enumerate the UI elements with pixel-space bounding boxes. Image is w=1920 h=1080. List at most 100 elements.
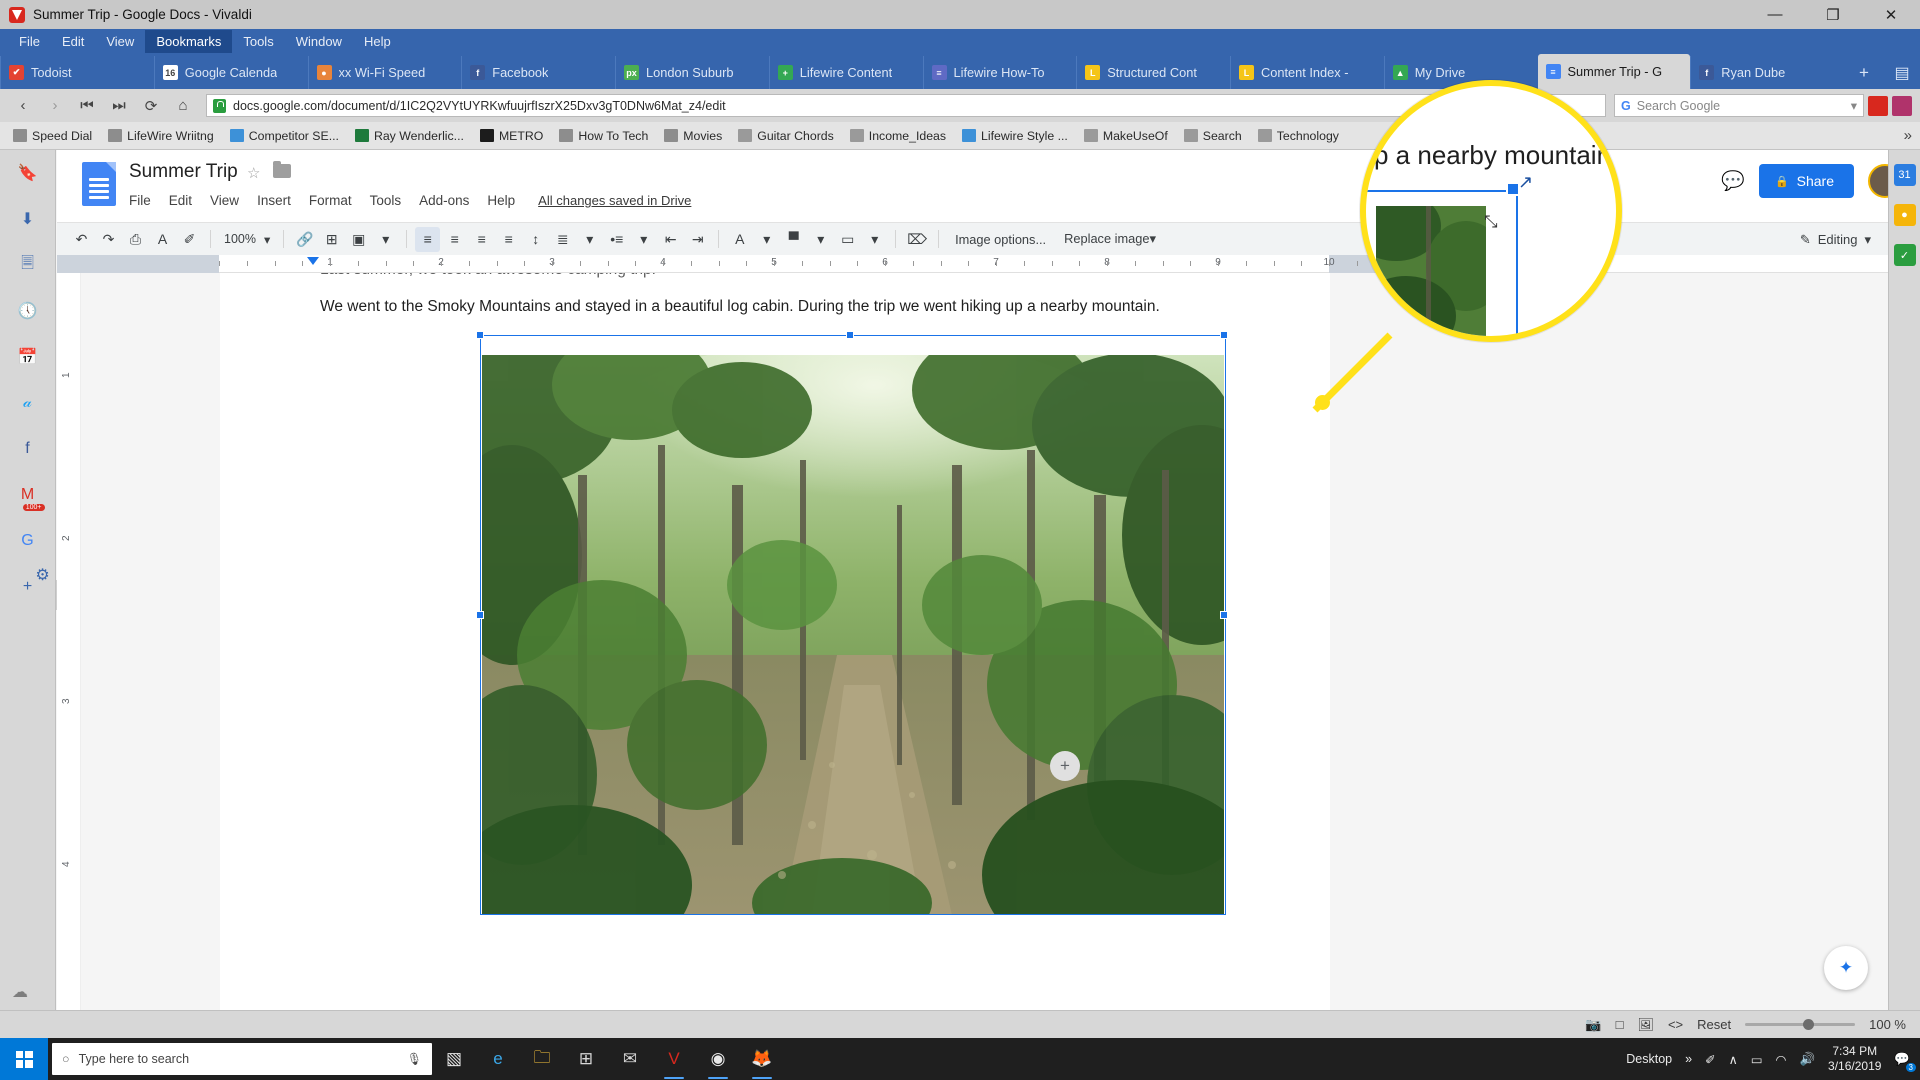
- chevron-down-icon[interactable]: ▾: [862, 227, 887, 252]
- browser-tab-2[interactable]: ● xx Wi-Fi Speed: [307, 56, 462, 89]
- bookmark-12[interactable]: Technology: [1251, 127, 1346, 145]
- resize-handle-mr[interactable]: [1220, 611, 1228, 619]
- rewind-icon[interactable]: ⏮: [72, 93, 102, 119]
- add-comment-fab[interactable]: +: [1050, 751, 1080, 781]
- print-button[interactable]: ⎙: [123, 227, 148, 252]
- horizontal-ruler[interactable]: 12345678910: [57, 255, 1904, 273]
- vivaldi-icon[interactable]: V: [652, 1038, 696, 1080]
- browser-tab-10[interactable]: ≡ Summer Trip - G: [1537, 54, 1691, 89]
- history-panel-icon[interactable]: 🕔: [15, 298, 41, 324]
- zoom-slider[interactable]: [1745, 1019, 1856, 1030]
- pen-icon[interactable]: ✐: [1705, 1052, 1715, 1067]
- twitter-panel-icon[interactable]: 𝒶: [15, 390, 41, 416]
- firefox-icon[interactable]: 🦊: [740, 1038, 784, 1080]
- calendar-panel-icon[interactable]: 📅: [15, 344, 41, 370]
- zoom-reset-button[interactable]: Reset: [1697, 1017, 1731, 1032]
- images-icon[interactable]: 🖼: [1637, 1017, 1654, 1033]
- chevron-down-icon[interactable]: ▾: [808, 227, 833, 252]
- editing-mode-button[interactable]: ✎ Editing ▾: [1800, 232, 1871, 248]
- bookmark-11[interactable]: Search: [1177, 127, 1249, 145]
- document-page[interactable]: Last summer, we took an awesome camping …: [220, 273, 1330, 1022]
- microphone-icon[interactable]: 🎙: [407, 1052, 422, 1066]
- spelling-button[interactable]: A: [150, 227, 175, 252]
- edge-icon[interactable]: e: [476, 1038, 520, 1080]
- wifi-icon[interactable]: ◠: [1776, 1052, 1787, 1067]
- mail-icon[interactable]: ✉: [608, 1038, 652, 1080]
- bookmark-10[interactable]: MakeUseOf: [1077, 127, 1175, 145]
- line-spacing-button[interactable]: ↕: [523, 227, 548, 252]
- align-justify-button[interactable]: ≡: [496, 227, 521, 252]
- reload-icon[interactable]: ⟳: [136, 93, 166, 119]
- indent-less-button[interactable]: ⇤: [658, 227, 683, 252]
- docs-menu-view[interactable]: View: [201, 190, 248, 211]
- text-color-button[interactable]: A: [727, 227, 752, 252]
- bookmarks-panel-icon[interactable]: 🔖: [15, 160, 41, 186]
- insert-image-button[interactable]: ▣: [346, 227, 371, 252]
- browser-tab-7[interactable]: L Structured Cont: [1076, 56, 1230, 89]
- move-folder-icon[interactable]: [273, 161, 291, 178]
- bookmark-7[interactable]: Guitar Chords: [731, 127, 841, 145]
- gmail-panel-icon[interactable]: M 100+: [15, 482, 45, 511]
- capture-icon[interactable]: 📷: [1585, 1017, 1601, 1033]
- bullet-list-button[interactable]: •≡: [604, 227, 629, 252]
- task-view-icon[interactable]: ▧: [432, 1038, 476, 1080]
- browser-tab-3[interactable]: f Facebook: [461, 56, 615, 89]
- paint-format-button[interactable]: ✐: [177, 227, 202, 252]
- bookmark-0[interactable]: Speed Dial: [6, 127, 99, 145]
- bookmark-5[interactable]: How To Tech: [552, 127, 655, 145]
- browser-tab-6[interactable]: ≡ Lifewire How-To: [922, 56, 1077, 89]
- menu-tools[interactable]: Tools: [232, 30, 284, 53]
- menu-file[interactable]: File: [8, 30, 51, 53]
- facebook-panel-icon[interactable]: f: [15, 436, 41, 462]
- url-input[interactable]: docs.google.com/document/d/1IC2Q2VYtUYRK…: [206, 94, 1606, 117]
- menu-edit[interactable]: Edit: [51, 30, 95, 53]
- border-dash-button[interactable]: ▭: [835, 227, 860, 252]
- browser-tab-0[interactable]: ✔ Todoist: [0, 56, 154, 89]
- store-icon[interactable]: ⊞: [564, 1038, 608, 1080]
- bookmark-2[interactable]: Competitor SE...: [223, 127, 346, 145]
- resize-handle-tc[interactable]: [846, 331, 854, 339]
- bookmark-9[interactable]: Lifewire Style ...: [955, 127, 1075, 145]
- zoom-select[interactable]: 100% ▾: [219, 232, 275, 247]
- document-title[interactable]: Summer Trip: [129, 161, 238, 183]
- menu-window[interactable]: Window: [285, 30, 353, 53]
- taskbar-search-input[interactable]: ○ Type here to search 🎙: [52, 1043, 432, 1075]
- browser-tab-11[interactable]: f Ryan Dube: [1690, 56, 1844, 89]
- chevron-down-icon[interactable]: ▾: [1851, 98, 1857, 113]
- browser-tab-4[interactable]: px London Suburb: [615, 56, 769, 89]
- replace-image-button[interactable]: Replace image▾: [1056, 231, 1164, 247]
- search-input[interactable]: G Search Google ▾: [1614, 94, 1864, 117]
- resize-handle-tr[interactable]: [1220, 331, 1228, 339]
- first-line-indent-marker[interactable]: [307, 257, 319, 265]
- chevron-down-icon[interactable]: ▾: [754, 227, 779, 252]
- google-panel-icon[interactable]: G: [15, 528, 41, 554]
- share-button[interactable]: 🔒 Share: [1758, 164, 1854, 198]
- desktop-chevron-icon[interactable]: »: [1685, 1052, 1692, 1066]
- chevron-down-icon[interactable]: ▾: [631, 227, 656, 252]
- docs-menu-insert[interactable]: Insert: [248, 190, 300, 211]
- crop-image-button[interactable]: ⌦: [904, 227, 930, 252]
- tray-expand-chevron-icon[interactable]: ∧: [1729, 1052, 1738, 1067]
- home-icon[interactable]: ⌂: [168, 93, 198, 119]
- gear-icon[interactable]: ⚙: [30, 562, 56, 588]
- extension-icon-2[interactable]: [1892, 95, 1912, 116]
- close-button[interactable]: ✕: [1862, 0, 1920, 29]
- docs-menu-format[interactable]: Format: [300, 190, 361, 211]
- desktop-label[interactable]: Desktop: [1626, 1052, 1672, 1066]
- browser-tab-5[interactable]: + Lifewire Content: [768, 56, 923, 89]
- bookmark-4[interactable]: METRO: [473, 127, 550, 145]
- docs-menu-help[interactable]: Help: [478, 190, 524, 211]
- explore-fab[interactable]: ✦: [1824, 946, 1868, 990]
- redo-button[interactable]: ↷: [96, 227, 121, 252]
- insert-link-button[interactable]: 🔗: [292, 227, 317, 252]
- maximize-button[interactable]: ❐: [1804, 0, 1862, 29]
- calendar-widget-icon[interactable]: 31: [1893, 164, 1916, 186]
- resize-handle-tl[interactable]: [476, 331, 484, 339]
- tasks-widget-icon[interactable]: ✓: [1893, 244, 1916, 266]
- bookmarks-overflow-icon[interactable]: »: [1904, 127, 1912, 144]
- indent-more-button[interactable]: ⇥: [685, 227, 710, 252]
- align-left-button[interactable]: ≡: [415, 226, 441, 252]
- downloads-panel-icon[interactable]: ⬇: [15, 206, 41, 232]
- chevron-down-icon[interactable]: ▾: [373, 227, 398, 252]
- browser-tab-8[interactable]: L Content Index -: [1230, 56, 1384, 89]
